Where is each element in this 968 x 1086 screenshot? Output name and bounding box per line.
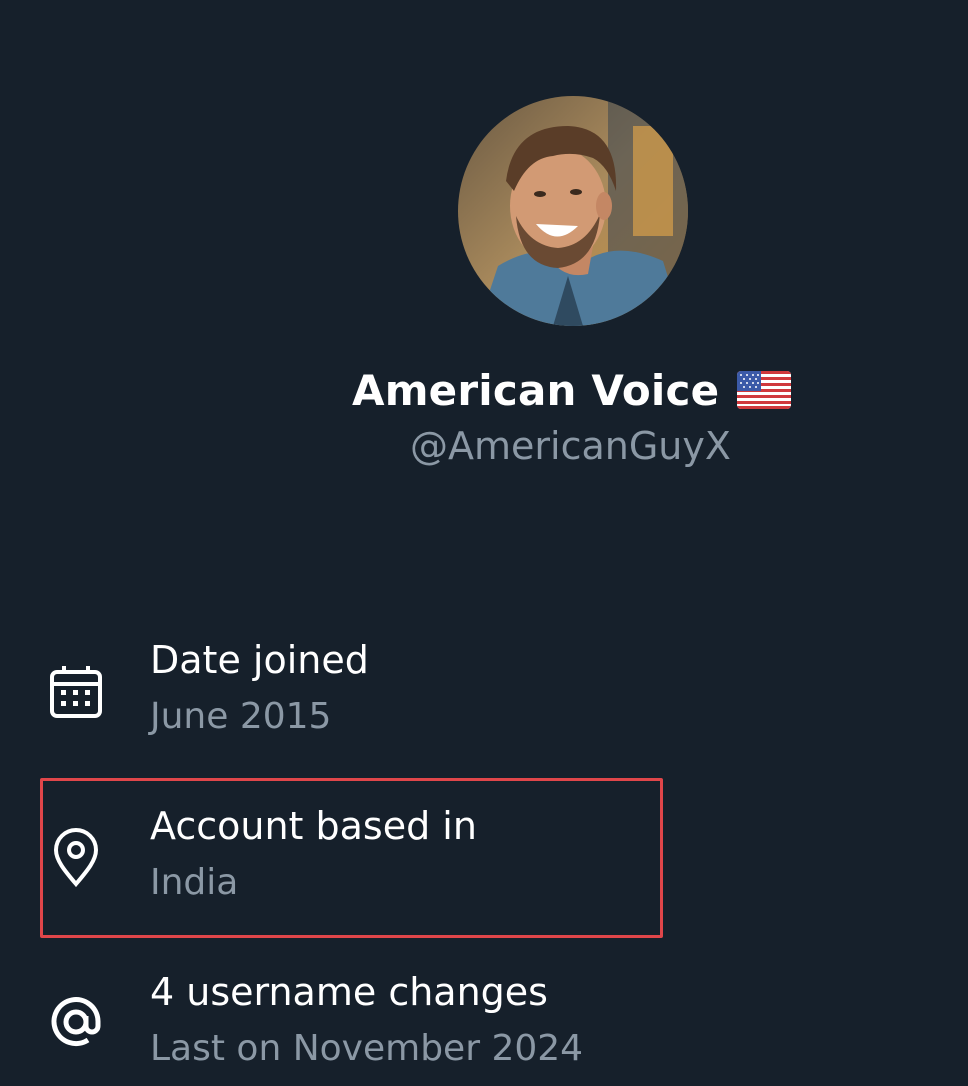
profile-handle: @AmericanGuyX (410, 424, 731, 468)
avatar-photo (458, 96, 688, 326)
date-joined-value: June 2015 (150, 696, 332, 737)
info-row-username-changes: 4 username changes Last on November 2024 (0, 962, 680, 1082)
display-name-row: American Voice (352, 360, 792, 420)
account-location-label: Account based in (150, 804, 477, 848)
profile-avatar[interactable] (458, 96, 688, 326)
at-sign-icon (44, 990, 108, 1054)
username-changes-value: Last on November 2024 (150, 1028, 584, 1069)
username-changes-label: 4 username changes (150, 970, 548, 1014)
location-pin-icon (44, 826, 108, 890)
display-name: American Voice (352, 365, 720, 415)
us-flag-icon (737, 371, 792, 409)
calendar-icon (44, 660, 108, 724)
info-row-date-joined: Date joined June 2015 (0, 630, 680, 750)
date-joined-label: Date joined (150, 638, 369, 682)
info-row-account-location: Account based in India (0, 796, 680, 926)
account-location-value: India (150, 862, 239, 903)
